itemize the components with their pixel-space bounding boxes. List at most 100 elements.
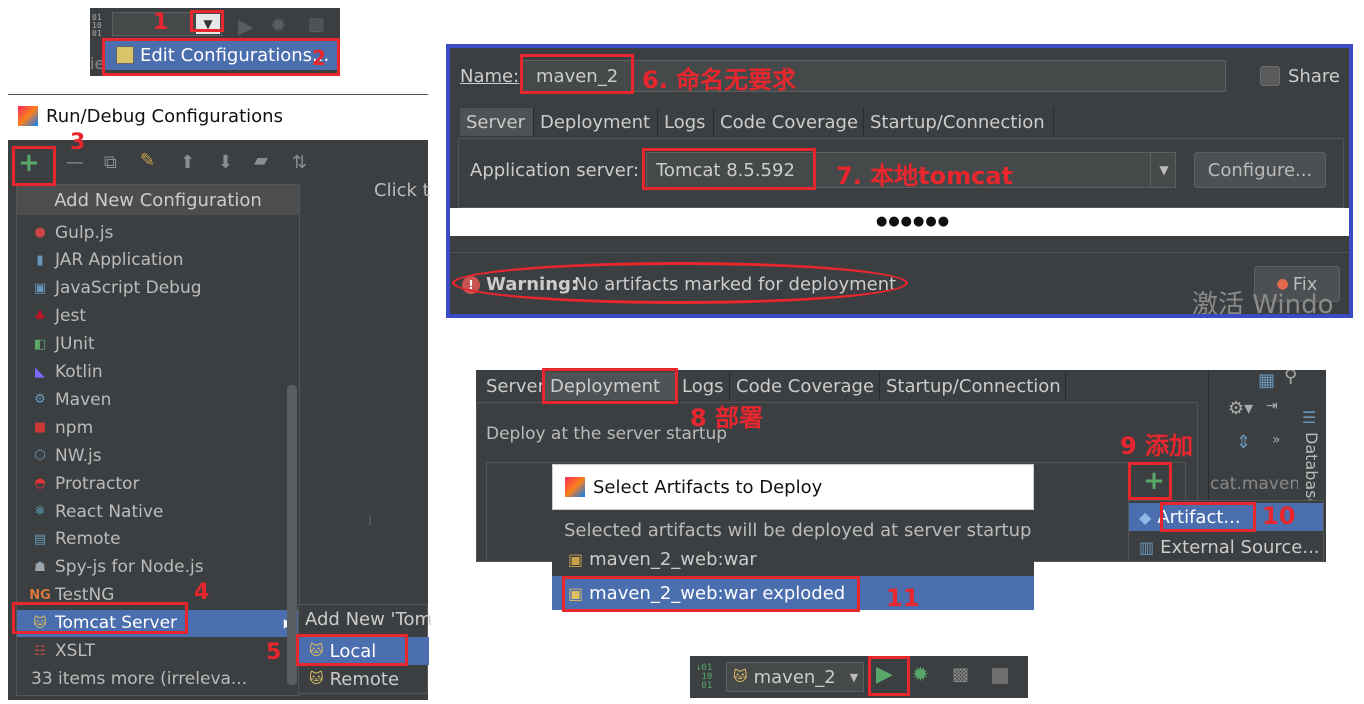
run-icon[interactable]: ▶ bbox=[238, 14, 253, 38]
tab-code-coverage[interactable]: Code Coverage bbox=[714, 108, 864, 136]
step-10-label: 10 bbox=[1262, 502, 1296, 530]
menu-item-33-items-more-irreleva[interactable]: 33 items more (irreleva... bbox=[17, 665, 299, 692]
tab-server-label: Server bbox=[486, 375, 546, 397]
popup-external-item[interactable]: ▥ External Source... bbox=[1129, 533, 1323, 561]
tab-logs[interactable]: Logs bbox=[676, 372, 730, 400]
activation-watermark: 激活 Windo bbox=[1192, 290, 1334, 318]
artifact-row-1[interactable]: ▣ maven_2_web:war bbox=[552, 544, 1034, 574]
spyjs-icon: ☗ bbox=[34, 559, 46, 575]
highlight-warning bbox=[452, 262, 908, 304]
menu-item-label: NW.js bbox=[55, 445, 102, 466]
highlight-artifact-exploded bbox=[562, 576, 860, 612]
menu-item-remote[interactable]: ▤ Remote bbox=[17, 526, 299, 553]
run-config-label: maven_2 bbox=[753, 666, 836, 688]
menu-item-label: Protractor bbox=[55, 473, 140, 494]
folder-icon[interactable]: ▰ bbox=[254, 150, 268, 171]
junit-icon: ◧ bbox=[33, 336, 47, 352]
pin-icon[interactable]: ⇥ bbox=[1266, 398, 1278, 414]
submenu-title: Add New 'Tom bbox=[305, 609, 432, 630]
menu-item-nw-js[interactable]: ⬡ NW.js bbox=[17, 442, 299, 469]
intellij-logo-icon bbox=[565, 477, 585, 497]
tab-code-coverage[interactable]: Code Coverage bbox=[730, 372, 880, 400]
tab-server-label: Server bbox=[466, 111, 526, 133]
highlight-run-button bbox=[868, 656, 910, 696]
artifact-1-label: maven_2_web:war bbox=[589, 548, 757, 570]
step-11-label: 11 bbox=[886, 584, 920, 612]
menu-item-gulp-js[interactable]: ● Gulp.js bbox=[17, 219, 299, 246]
step-1-label: 1 bbox=[153, 10, 169, 35]
menu-item-protractor[interactable]: ◓ Protractor bbox=[17, 470, 299, 497]
tab-startup-label: Startup/Connection bbox=[870, 111, 1045, 133]
intellij-logo-icon bbox=[18, 106, 38, 126]
submenu-remote[interactable]: 🐱 Remote bbox=[299, 665, 429, 693]
run-config-combo[interactable]: 🐱 maven_2 ▼ bbox=[726, 662, 864, 692]
protractor-icon: ◓ bbox=[34, 476, 46, 492]
debug-icon[interactable]: ✹ bbox=[912, 662, 929, 686]
tab-deployment-label: Deployment bbox=[540, 111, 651, 133]
highlight-step4 bbox=[12, 602, 188, 634]
npm-icon: ■ bbox=[33, 420, 47, 436]
grid-icon: ▦ bbox=[1258, 370, 1276, 391]
menu-item-javascript-debug[interactable]: ▣ JavaScript Debug bbox=[17, 275, 299, 302]
menu-item-label: React Native bbox=[55, 501, 164, 522]
share-checkbox[interactable] bbox=[1260, 66, 1280, 86]
gear-icon[interactable]: ⚙▾ bbox=[1228, 398, 1253, 419]
jar-icon: ▮ bbox=[36, 252, 44, 268]
highlight-step5 bbox=[296, 634, 408, 666]
stop-icon[interactable] bbox=[992, 668, 1008, 684]
js-debug-icon: ▣ bbox=[33, 280, 47, 296]
add-new-configuration-label: Add New Configuration bbox=[54, 189, 262, 211]
arrow-down-icon[interactable]: ⬇ bbox=[218, 152, 233, 173]
divider-line bbox=[8, 94, 428, 95]
build-icon[interactable]: ↓01 10 01 bbox=[696, 664, 712, 691]
remove-icon[interactable]: — bbox=[66, 152, 84, 173]
step-9-label: 9 添加 bbox=[1120, 432, 1194, 460]
resize-handle-icon[interactable]: ⁞ bbox=[368, 515, 372, 527]
chevron-down-icon: ▼ bbox=[849, 670, 859, 684]
menu-item-npm[interactable]: ■ npm bbox=[17, 414, 299, 441]
step-4-label: 4 bbox=[194, 580, 210, 605]
arrow-up-icon[interactable]: ⬆ bbox=[180, 152, 195, 173]
dialog-title: Select Artifacts to Deploy bbox=[593, 477, 823, 498]
menu-item-maven[interactable]: ⚙ Maven bbox=[17, 386, 299, 413]
menu-item-jest[interactable]: ♣ Jest bbox=[17, 303, 299, 330]
collapse-icon[interactable]: ⇕ bbox=[1236, 432, 1251, 453]
configure-button[interactable]: Configure... bbox=[1194, 152, 1326, 188]
server-tabs: Server Deployment Logs Code Coverage Sta… bbox=[460, 108, 1349, 138]
kotlin-icon: ◣ bbox=[35, 364, 45, 380]
menu-item-junit[interactable]: ◧ JUnit bbox=[17, 331, 299, 358]
menu-item-spy-js-for-node-js[interactable]: ☗ Spy-js for Node.js bbox=[17, 554, 299, 581]
tomcat-icon: 🐱 bbox=[733, 669, 748, 685]
react-icon: ⚛ bbox=[34, 504, 46, 519]
tab-server[interactable]: Server bbox=[460, 108, 534, 136]
configure-label: Configure... bbox=[1207, 159, 1313, 181]
coverage-icon[interactable]: ▩ bbox=[952, 664, 969, 685]
wrench-icon[interactable]: ✎ bbox=[140, 150, 155, 171]
tab-startup-connection[interactable]: Startup/Connection bbox=[864, 108, 1054, 136]
dialog-title: Run/Debug Configurations bbox=[46, 106, 283, 127]
coverage-icon[interactable]: ▩ bbox=[308, 14, 325, 35]
menu-item-xslt[interactable]: ☷ XSLT bbox=[17, 638, 299, 665]
popup-external-label: External Source... bbox=[1160, 536, 1320, 558]
tab-deployment[interactable]: Deployment bbox=[534, 108, 658, 136]
debug-icon[interactable]: ✹ bbox=[270, 13, 287, 37]
expand-icon[interactable]: » bbox=[1272, 432, 1281, 448]
highlight-step1 bbox=[190, 10, 224, 32]
chevron-down-icon[interactable]: ▼ bbox=[1150, 152, 1177, 188]
menu-item-kotlin[interactable]: ◣ Kotlin bbox=[17, 359, 299, 386]
menu-item-label: JAR Application bbox=[55, 250, 184, 271]
menu-item-jar-application[interactable]: ▮ JAR Application bbox=[17, 247, 299, 274]
copy-icon[interactable]: ⧉ bbox=[104, 152, 117, 173]
library-icon: ▥ bbox=[1139, 537, 1155, 557]
name-label: Name: bbox=[460, 66, 520, 87]
highlight-deployment-tab bbox=[542, 368, 678, 404]
tab-server[interactable]: Server bbox=[480, 372, 546, 400]
step-2-label: 2 bbox=[312, 46, 326, 70]
tab-startup-connection[interactable]: Startup/Connection bbox=[880, 372, 1066, 400]
tab-logs-label: Logs bbox=[664, 111, 706, 133]
tab-code-coverage-label: Code Coverage bbox=[736, 375, 875, 397]
step-5-label: 5 bbox=[266, 640, 282, 665]
sort-icon[interactable]: ⇅ bbox=[292, 152, 307, 173]
menu-item-react-native[interactable]: ⚛ React Native bbox=[17, 498, 299, 525]
tab-logs[interactable]: Logs bbox=[658, 108, 714, 136]
